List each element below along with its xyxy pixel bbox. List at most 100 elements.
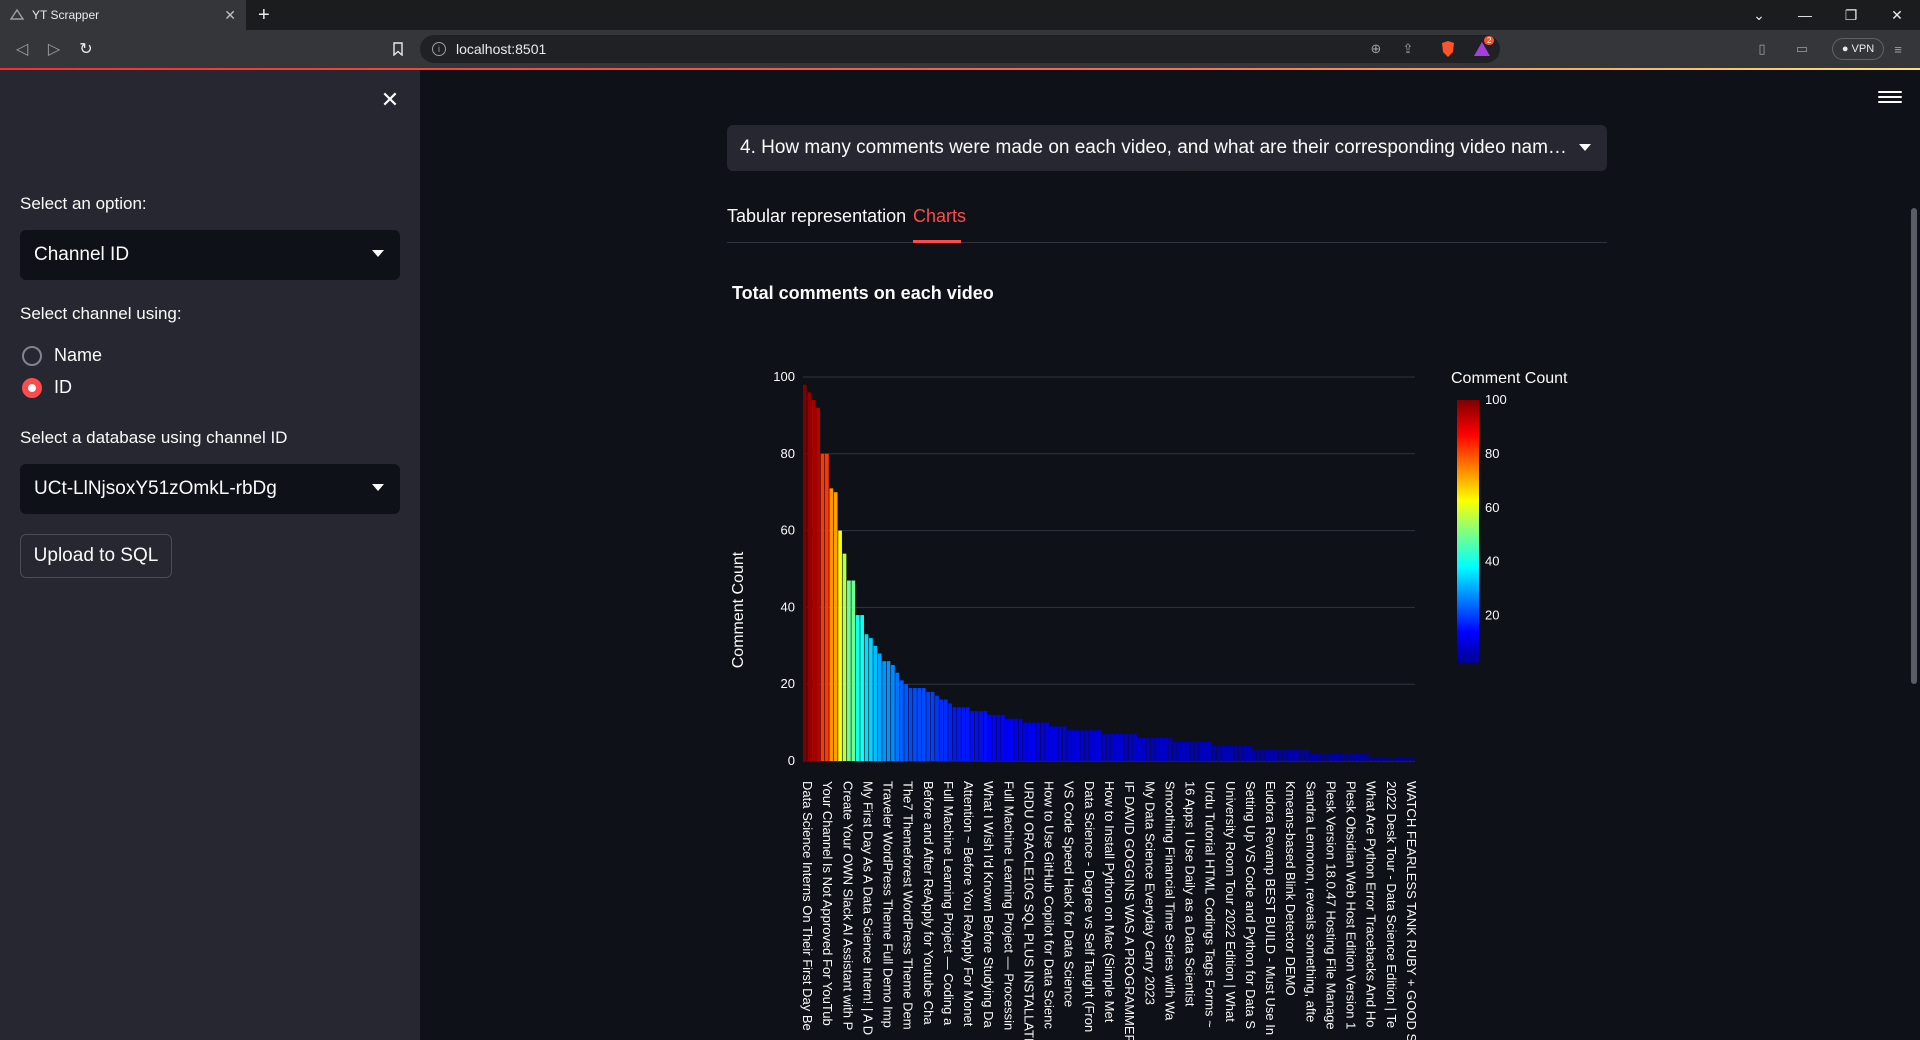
colorbar-tick-label: 80 [1485,446,1499,461]
x-tick-label: Urdu Tutorial HTML Codings Tags Forms ~ [1203,781,1218,1028]
bar [864,634,869,761]
bar [1353,753,1358,761]
x-tick-label: WATCH FEARLESS TANK RUBY + GOOD SU [1404,781,1419,1040]
forward-icon[interactable]: ▷ [44,39,64,59]
url-field[interactable]: i localhost:8501 [420,35,1500,63]
x-tick-label: Full Machine Learning Project — Processi… [1001,781,1016,1030]
bar [1370,757,1375,761]
bar [1164,737,1168,761]
new-tab-icon[interactable]: + [258,5,270,25]
bar [803,384,807,761]
x-axis-labels: Data Science Interns On Their First Day … [800,781,1419,1040]
x-tick-label: What I Wish I'd Known Before Studying Da [981,781,996,1028]
site-info-icon[interactable]: i [432,42,446,56]
option-label: Select an option: [20,194,147,213]
bar [1388,757,1393,761]
bar [1234,745,1239,761]
bar [895,672,900,761]
address-bar: ◁ ▷ ↻ i localhost:8501 ⊕ ⇪ 2 ▯ ▭ ● VPN ≡ [0,30,1920,68]
bar [943,699,948,761]
bar [1340,753,1344,761]
radio-id[interactable]: ID [22,377,72,398]
bar [996,714,1001,761]
bar [1326,753,1331,761]
x-tick-label: 2022 Desk Tour - Data Science Edition | … [1384,781,1399,1028]
bar [1278,749,1283,761]
bar [1067,730,1071,761]
bar [979,711,983,761]
tab-tabular[interactable]: Tabular representation [727,206,906,227]
option-select[interactable]: Channel ID [20,230,400,280]
minimize-icon[interactable]: — [1782,0,1828,30]
brave-rewards-icon[interactable]: 2 [1472,36,1495,59]
x-tick-label: Smoothing Financial Time Series with Wa [1162,781,1177,1021]
bar [1124,734,1129,761]
reload-icon[interactable]: ↻ [76,39,96,59]
bar [1274,749,1278,761]
bar [1001,714,1005,761]
bar [1247,745,1252,761]
bar [1269,749,1274,761]
brave-shields-icon[interactable] [1438,39,1458,59]
hamburger-menu-icon[interactable] [1878,88,1902,108]
share-icon[interactable]: ⇪ [1398,39,1418,59]
colorbar-tick-label: 60 [1485,500,1499,515]
x-tick-label: Eudora Revamp BEST BUILD - Must Use In [1263,781,1278,1035]
bar [877,653,882,761]
window-close-icon[interactable]: ✕ [1874,0,1920,30]
browser-menu-icon[interactable]: ≡ [1888,39,1908,59]
bar [1036,722,1041,761]
bar [1362,753,1366,761]
bar [1256,749,1261,761]
back-icon[interactable]: ◁ [12,39,32,59]
bar [1049,726,1054,761]
result-tabs: Tabular representation Charts [727,200,1607,243]
vpn-button[interactable]: ● VPN [1832,38,1884,60]
x-tick-label: My First Day As A Data Science Intern! |… [860,781,875,1035]
x-tick-label: Attention ~ Before You ReApply For Monet [961,781,976,1027]
upload-to-sql-button[interactable]: Upload to SQL [20,534,172,578]
zoom-icon[interactable]: ⊕ [1366,39,1386,59]
x-tick-label: Plesk Version 18.0.47 Hosting File Manag… [1324,781,1339,1030]
bar [957,707,961,761]
tab-close-icon[interactable]: ✕ [224,7,236,24]
vpn-label: VPN [1851,43,1875,55]
tab-charts[interactable]: Charts [913,206,966,227]
bar [1018,718,1023,761]
bar [816,407,820,761]
wallet-icon[interactable]: ▭ [1792,39,1812,59]
bar [847,580,851,761]
y-tick-label: 0 [788,753,795,768]
bar [1009,718,1014,761]
bar [869,638,873,761]
bar [1379,757,1384,761]
bar [1040,722,1045,761]
bar [1318,753,1322,761]
page-scrollbar[interactable] [1911,208,1917,684]
bar [921,688,926,761]
bar [926,691,931,761]
radio-name[interactable]: Name [22,345,102,366]
bookmark-icon[interactable] [388,39,408,59]
option-select-value: Channel ID [34,244,130,265]
bar [992,714,997,761]
sidebar-toggle-icon[interactable]: ▯ [1752,39,1772,59]
x-tick-label: Kmeans-based Blink Detector DEMO [1283,781,1298,996]
database-select[interactable]: UCt-LlNjsoxY51zOmkL-rbDg [20,464,400,514]
tab-search-icon[interactable]: ⌄ [1736,0,1782,30]
bar [970,711,975,761]
bar [1031,722,1036,761]
bar [1304,749,1309,761]
radio-id-label: ID [54,377,72,397]
bar [1142,737,1146,761]
x-tick-label: Setting Up VS Code and Python for Data S [1243,781,1258,1029]
question-select[interactable]: 4. How many comments were made on each v… [727,125,1607,171]
sidebar-close-icon[interactable]: ✕ [378,87,402,112]
question-select-value: 4. How many comments were made on each v… [740,137,1567,158]
y-tick-label: 20 [781,676,795,691]
browser-tab[interactable]: YT Scrapper ✕ [0,0,246,30]
colorbar-title: Comment Count [1451,370,1568,387]
bar [1287,749,1292,761]
bar [1133,734,1137,761]
restore-icon[interactable]: ❐ [1828,0,1874,30]
